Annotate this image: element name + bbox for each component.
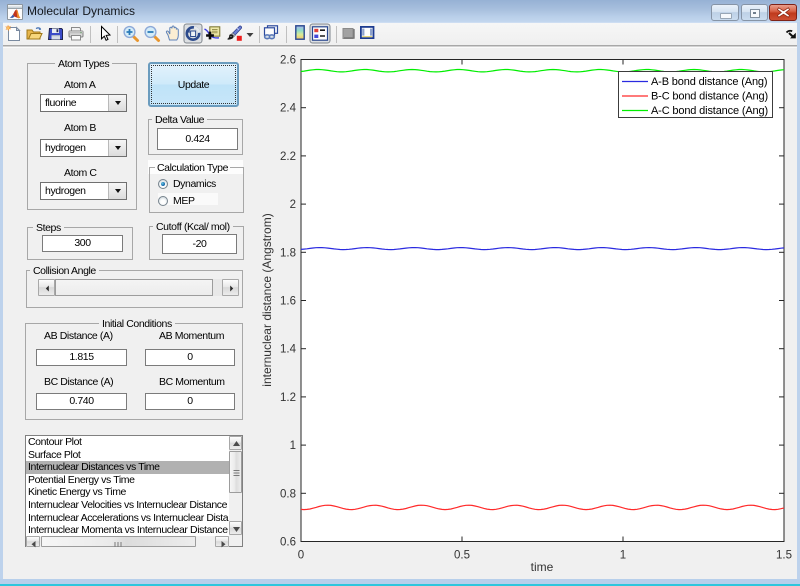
svg-text:2.6: 2.6 — [280, 55, 296, 67]
svg-text:1.4: 1.4 — [280, 344, 297, 356]
svg-text:B-C bond distance (Ang): B-C bond distance (Ang) — [651, 91, 768, 103]
svg-text:1.8: 1.8 — [280, 247, 296, 259]
svg-text:2.4: 2.4 — [280, 103, 297, 115]
svg-text:0.8: 0.8 — [280, 488, 296, 500]
svg-text:1: 1 — [620, 550, 626, 562]
svg-text:internuclear distance (Angstro: internuclear distance (Angstrom) — [260, 213, 274, 386]
svg-text:2.2: 2.2 — [280, 151, 296, 163]
svg-text:2: 2 — [290, 199, 296, 211]
svg-text:0.6: 0.6 — [280, 537, 296, 549]
svg-text:time: time — [531, 560, 554, 574]
svg-text:A-C bond distance (Ang): A-C bond distance (Ang) — [651, 105, 768, 117]
svg-text:1.2: 1.2 — [280, 392, 296, 404]
svg-text:1.6: 1.6 — [280, 296, 296, 308]
svg-text:1: 1 — [290, 440, 296, 452]
svg-text:1.5: 1.5 — [776, 550, 792, 562]
svg-text:A-B bond distance (Ang): A-B bond distance (Ang) — [651, 76, 767, 88]
svg-text:0.5: 0.5 — [454, 550, 470, 562]
svg-text:0: 0 — [298, 550, 304, 562]
